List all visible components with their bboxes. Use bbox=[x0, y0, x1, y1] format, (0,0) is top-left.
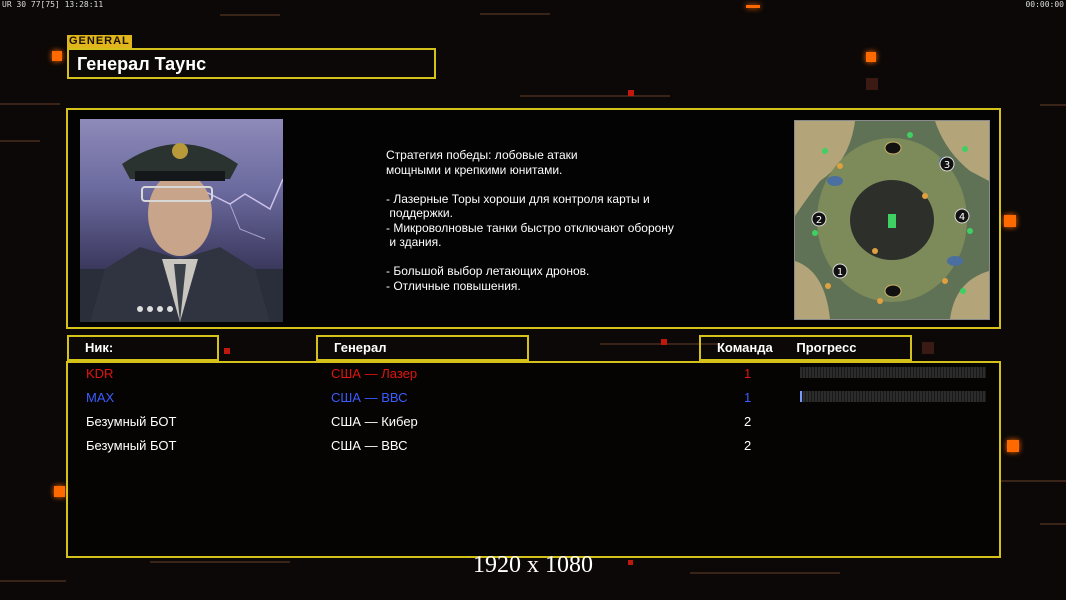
general-name: Генерал Таунс bbox=[77, 54, 207, 74]
svg-text:3: 3 bbox=[944, 160, 950, 171]
column-header-general: Генерал bbox=[316, 335, 529, 361]
general-info-panel: Стратегия победы: лобовые атаки мощными … bbox=[66, 108, 1001, 329]
hud-clock: 00:00:00 bbox=[1025, 0, 1064, 9]
column-header-progress: Прогресс bbox=[796, 340, 857, 355]
general-name-panel: Генерал Таунс bbox=[67, 48, 436, 79]
player-list: KDR США — Лазер 1 MAX США — ВВС 1 Безумн… bbox=[66, 361, 1001, 558]
progress-bar bbox=[800, 391, 986, 402]
player-nick: KDR bbox=[86, 366, 114, 381]
player-row: Безумный БОТ США — ВВС 2 bbox=[68, 435, 999, 459]
player-team: 1 bbox=[744, 366, 752, 381]
player-team: 2 bbox=[744, 438, 752, 453]
player-team: 2 bbox=[744, 414, 752, 429]
player-general: США — Кибер bbox=[331, 414, 418, 429]
general-tag: GENERAL bbox=[67, 35, 132, 48]
player-row: KDR США — Лазер 1 bbox=[68, 363, 999, 387]
player-nick: Безумный БОТ bbox=[86, 414, 177, 429]
resolution-caption: 1920 x 1080 bbox=[473, 552, 593, 578]
minimap: 3 4 2 1 bbox=[794, 120, 990, 320]
player-general: США — Лазер bbox=[331, 366, 418, 381]
player-row: Безумный БОТ США — Кибер 2 bbox=[68, 411, 999, 435]
column-header-nick: Ник: bbox=[67, 335, 219, 361]
svg-text:2: 2 bbox=[816, 215, 822, 226]
column-header-team-progress: Команда Прогресс bbox=[699, 335, 912, 361]
player-general: США — ВВС bbox=[331, 438, 408, 453]
player-team: 1 bbox=[744, 390, 752, 405]
svg-text:1: 1 bbox=[837, 267, 843, 278]
progress-bar bbox=[800, 367, 986, 378]
hud-info: UR 30 77[75] 13:28:11 bbox=[2, 0, 104, 9]
svg-text:4: 4 bbox=[959, 212, 965, 223]
general-description: Стратегия победы: лобовые атаки мощными … bbox=[386, 148, 674, 293]
general-portrait bbox=[80, 119, 283, 322]
player-row: MAX США — ВВС 1 bbox=[68, 387, 999, 411]
player-general: США — ВВС bbox=[331, 390, 408, 405]
player-nick: Безумный БОТ bbox=[86, 438, 177, 453]
column-header-team: Команда bbox=[717, 340, 773, 355]
player-nick: MAX bbox=[86, 390, 115, 405]
